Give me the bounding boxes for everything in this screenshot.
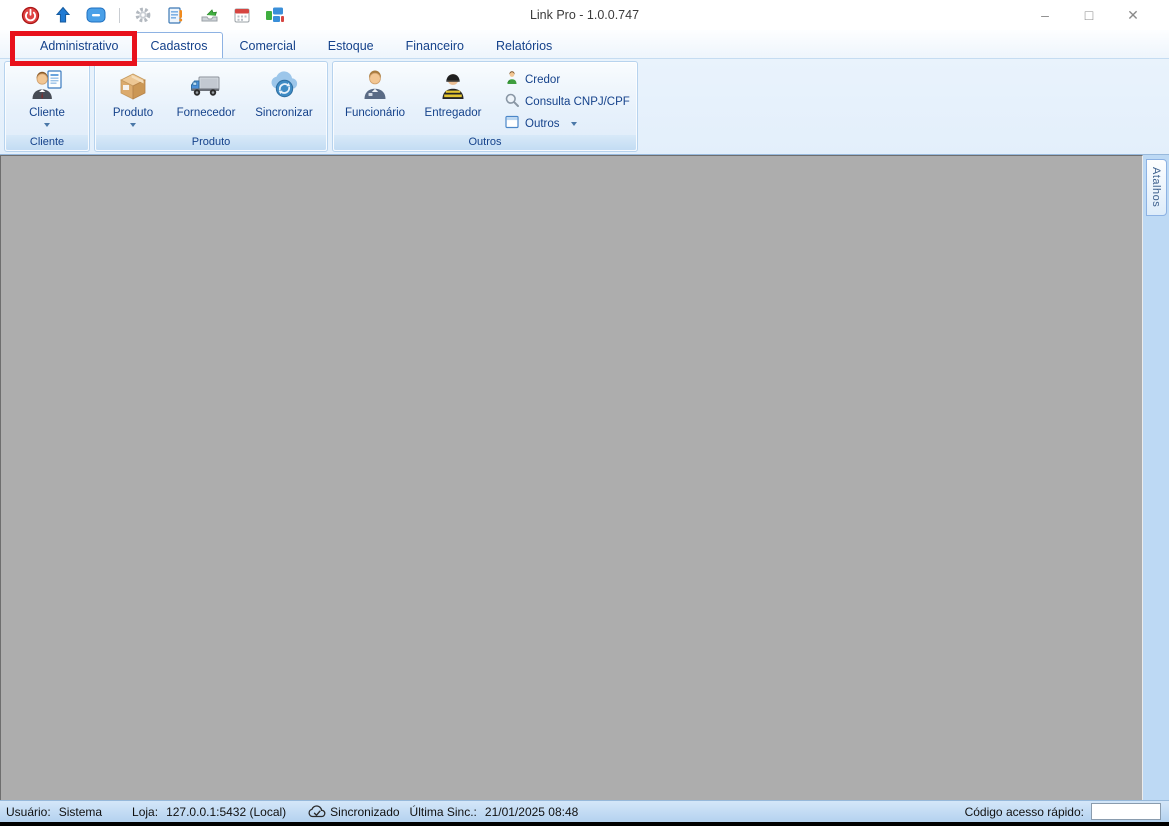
quick-access-toolbar: [0, 5, 285, 25]
sync-status: Sincronizado: [330, 805, 399, 819]
produto-button[interactable]: Produto: [98, 65, 168, 127]
outros-label: Outros: [525, 118, 560, 130]
tab-administrativo[interactable]: Administrativo: [24, 32, 135, 58]
cliente-dropdown-icon[interactable]: [44, 123, 50, 127]
consulta-cnpj-cpf-label: Consulta CNPJ/CPF: [525, 96, 630, 108]
sincronizar-button[interactable]: Sincronizar: [244, 65, 324, 119]
last-sync-label: Última Sinc.:: [410, 805, 477, 819]
outros-button[interactable]: Outros: [500, 114, 634, 134]
store-value: 127.0.0.1:5432 (Local): [166, 805, 286, 819]
tab-relatorios[interactable]: Relatórios: [480, 32, 568, 58]
courier-person-icon: [435, 68, 471, 104]
funcionario-label: Funcionário: [345, 107, 405, 119]
creditor-person-icon: [504, 70, 520, 91]
quick-code-input[interactable]: [1091, 803, 1161, 820]
tab-financeiro[interactable]: Financeiro: [390, 32, 480, 58]
tiles-layout-icon[interactable]: [265, 5, 285, 25]
sincronizar-label: Sincronizar: [255, 107, 313, 119]
client-person-icon: [29, 68, 65, 104]
ribbon-tab-bar: Administrativo Cadastros Comercial Estoq…: [0, 30, 1169, 58]
shortcuts-strip: Atalhos: [1143, 155, 1169, 800]
close-icon[interactable]: ✕: [1111, 2, 1155, 28]
last-sync-value: 21/01/2025 08:48: [485, 805, 578, 819]
atalhos-label: Atalhos: [1150, 167, 1162, 207]
minimize-icon[interactable]: –: [1023, 2, 1067, 28]
entregador-label: Entregador: [425, 107, 482, 119]
quick-code-label: Código acesso rápido:: [965, 805, 1084, 819]
cliente-label: Cliente: [29, 107, 65, 119]
tab-estoque[interactable]: Estoque: [312, 32, 390, 58]
outros-dropdown-icon[interactable]: [571, 122, 577, 126]
main-row: Atalhos: [0, 155, 1169, 800]
settings-gear-icon[interactable]: [133, 5, 153, 25]
blue-minimize-icon[interactable]: [86, 5, 106, 25]
ribbon: Cliente Cliente Produto Fornecedor: [0, 58, 1169, 155]
fornecedor-button[interactable]: Fornecedor: [168, 65, 244, 119]
group-caption-outros: Outros: [334, 135, 636, 150]
employee-person-icon: [357, 68, 393, 104]
sync-cloud-icon: [308, 805, 326, 818]
ribbon-group-produto: Produto Fornecedor Sincronizar Produto: [94, 61, 328, 152]
search-icon: [504, 92, 520, 113]
window-icon: [504, 114, 520, 135]
fornecedor-label: Fornecedor: [177, 107, 236, 119]
tab-cadastros[interactable]: Cadastros: [135, 32, 224, 58]
workspace-area: [0, 155, 1143, 800]
user-label: Usuário:: [6, 805, 51, 819]
up-arrow-icon[interactable]: [53, 5, 73, 25]
export-tray-icon[interactable]: [199, 5, 219, 25]
toolbar-separator: [119, 8, 120, 23]
calendar-icon[interactable]: [232, 5, 252, 25]
title-bar: Link Pro - 1.0.0.747 – □ ✕: [0, 0, 1169, 30]
app-window: Link Pro - 1.0.0.747 – □ ✕ Administrativ…: [0, 0, 1169, 826]
supplier-truck-icon: [188, 68, 224, 104]
consulta-cnpj-cpf-button[interactable]: Consulta CNPJ/CPF: [500, 92, 634, 112]
ribbon-group-cliente: Cliente Cliente: [4, 61, 90, 152]
produto-dropdown-icon[interactable]: [130, 123, 136, 127]
cliente-button[interactable]: Cliente: [8, 65, 86, 127]
credor-label: Credor: [525, 74, 560, 86]
power-icon[interactable]: [20, 5, 40, 25]
window-bottom-border: [0, 822, 1169, 826]
store-label: Loja:: [132, 805, 158, 819]
tab-comercial[interactable]: Comercial: [223, 32, 311, 58]
funcionario-button[interactable]: Funcionário: [336, 65, 414, 119]
group-caption-produto: Produto: [96, 135, 326, 150]
atalhos-tab[interactable]: Atalhos: [1146, 159, 1167, 216]
ribbon-group-outros: Funcionário Entregador Credor: [332, 61, 638, 152]
window-controls: – □ ✕: [1023, 2, 1169, 28]
status-bar: Usuário: Sistema Loja: 127.0.0.1:5432 (L…: [0, 800, 1169, 822]
report-document-icon[interactable]: [166, 5, 186, 25]
outros-small-buttons: Credor Consulta CNPJ/CPF Outros: [500, 65, 634, 134]
produto-label: Produto: [113, 107, 153, 119]
maximize-icon[interactable]: □: [1067, 2, 1111, 28]
entregador-button[interactable]: Entregador: [414, 65, 492, 119]
product-box-icon: [115, 68, 151, 104]
user-value: Sistema: [59, 805, 102, 819]
credor-button[interactable]: Credor: [500, 70, 634, 90]
cloud-sync-icon: [266, 68, 302, 104]
group-caption-cliente: Cliente: [6, 135, 88, 150]
